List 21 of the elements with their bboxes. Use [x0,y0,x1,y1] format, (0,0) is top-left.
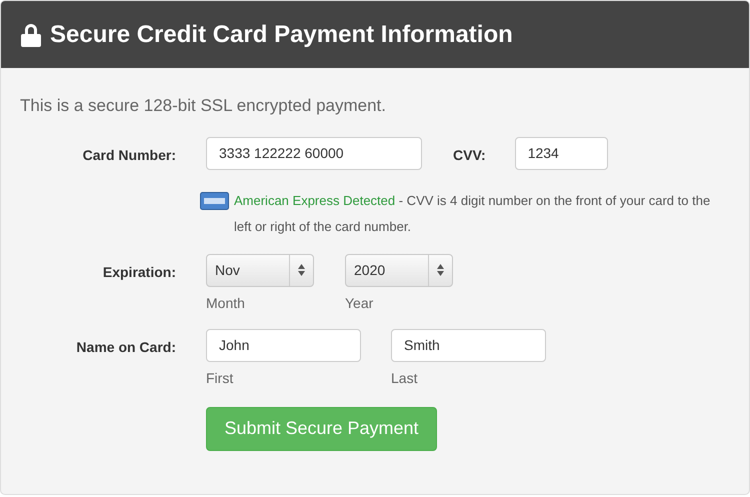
field-label: Name on Card: [75,338,176,356]
field-label: CVV: [453,146,486,164]
credit-card-icon [200,192,229,210]
card-number-field[interactable]: 3333 122222 60000 [206,136,422,170]
cvv-field[interactable]: 1234 [514,136,608,170]
last-name-field[interactable]: Smith [391,328,546,362]
month-select[interactable]: Nov [206,254,314,286]
field-caption: Year [345,294,374,312]
field-label: Expiration: [102,262,176,282]
first-name-field[interactable]: John [206,328,361,362]
lock-icon [20,22,42,46]
panel-title: Secure Credit Card Payment Information [50,20,513,50]
field-caption: Last [391,368,418,388]
up-down-icon [437,264,444,276]
intro-text: This is a secure 128-bit SSL encrypted payment. [20,95,387,117]
field-caption: Month [206,294,246,312]
field-label: Card Number: [82,146,176,164]
year-select[interactable]: 2020 [345,254,453,286]
card-detection-message: American Express Detected - CVV is 4 digit number on the front of your card to the left or right of the card number. [234,192,712,236]
field-caption: First [206,368,234,388]
up-down-icon [298,264,305,276]
